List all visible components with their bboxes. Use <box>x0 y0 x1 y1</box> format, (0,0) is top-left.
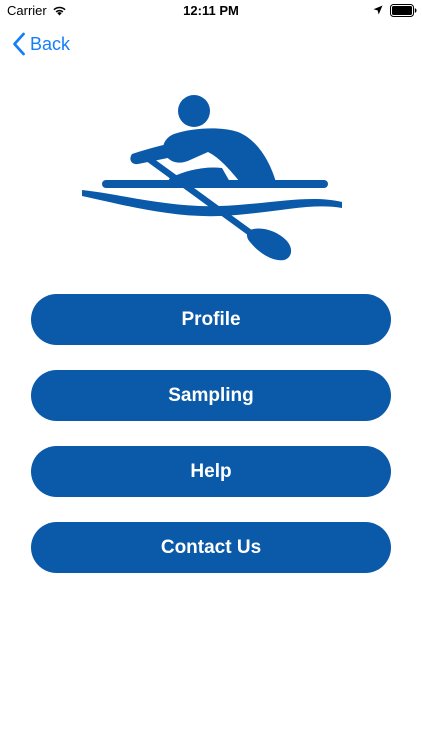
chevron-left-icon <box>13 32 25 56</box>
help-button[interactable]: Help <box>31 446 391 497</box>
main-menu: Profile Sampling Help Contact Us <box>31 294 391 598</box>
status-bar: Carrier 12:11 PM <box>0 0 422 22</box>
rowing-person-icon <box>82 95 342 261</box>
back-button[interactable]: Back <box>12 31 70 57</box>
battery-icon <box>390 4 417 17</box>
sampling-button[interactable]: Sampling <box>31 370 391 421</box>
location-arrow-icon <box>373 5 383 15</box>
back-label: Back <box>30 33 71 54</box>
clock: 12:11 PM <box>183 3 239 18</box>
contact-us-button[interactable]: Contact Us <box>31 522 391 573</box>
profile-button[interactable]: Profile <box>31 294 391 345</box>
